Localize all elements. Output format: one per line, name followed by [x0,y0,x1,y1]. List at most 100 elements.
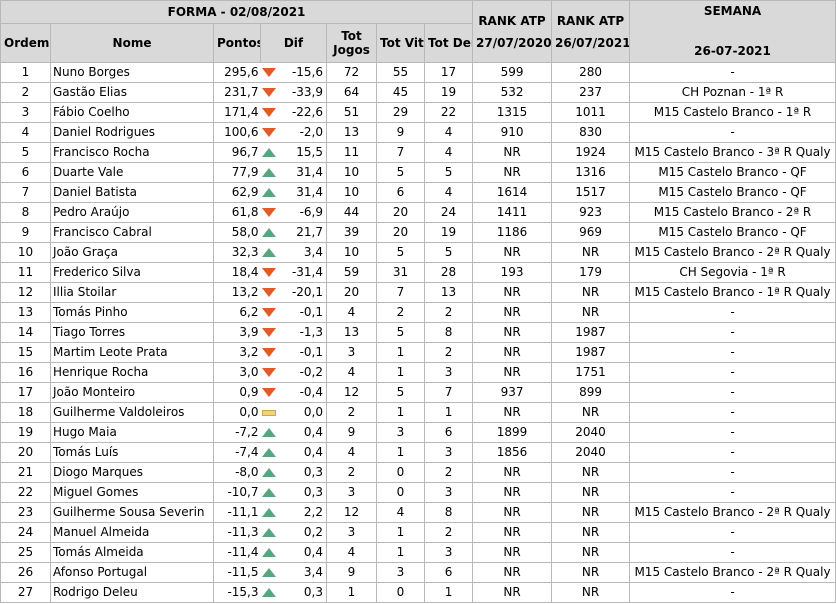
cell-tot-vit: 55 [376,62,425,83]
cell-ordem: 16 [0,362,51,383]
cell-tot-der: 2 [423,462,474,483]
cell-pontos: -11,4 [213,542,261,563]
cell-trend [260,202,277,223]
cell-rank-2021: NR [551,562,631,583]
cell-rank-2020: 937 [472,382,553,403]
cell-semana: - [629,542,836,563]
table-row: 22 Miguel Gomes -10,7 0,3 3 0 3 NR NR - [0,482,836,503]
cell-tot-jogos: 4 [326,442,377,463]
cell-rank-2021: 280 [551,62,631,83]
cell-ordem: 2 [0,82,51,103]
cell-nome: Rodrigo Deleu [50,582,214,603]
cell-dif: -33,9 [276,82,327,103]
cell-dif: 31,4 [276,162,327,183]
cell-trend [260,302,277,323]
cell-tot-vit: 1 [376,342,425,363]
cell-trend [260,282,277,303]
cell-rank-2021: NR [551,502,631,523]
trend-down-icon [261,208,276,217]
header-row-top: FORMA - 02/08/2021 RANK ATP 27/07/2020 R… [0,0,836,63]
header-rank-2021-label: RANK ATP [556,13,625,28]
cell-rank-2021: NR [551,482,631,503]
header-tot-jogos-line1: Tot [341,29,362,43]
cell-pontos: 61,8 [213,202,261,223]
cell-nome: Tomás Pinho [50,302,214,323]
cell-trend [260,362,277,383]
trend-up-icon [261,548,276,557]
cell-rank-2021: 1011 [551,102,631,123]
cell-pontos: 0,9 [213,382,261,403]
cell-rank-2021: NR [551,542,631,563]
cell-tot-vit: 31 [376,262,425,283]
cell-semana: M15 Castelo Branco - 3ª R Qualy [629,142,836,163]
cell-ordem: 8 [0,202,51,223]
table-row: 15 Martim Leote Prata 3,2 -0,1 3 1 2 NR 1987- [0,342,836,363]
cell-semana: - [629,302,836,323]
cell-rank-2021: 969 [551,222,631,243]
cell-nome: Henrique Rocha [50,362,214,383]
cell-tot-der: 2 [423,522,474,543]
cell-tot-der: 19 [423,222,474,243]
cell-ordem: 19 [0,422,51,443]
cell-dif: -0,1 [276,302,327,323]
cell-rank-2020: 1411 [472,202,553,223]
cell-tot-vit: 3 [376,562,425,583]
cell-tot-der: 6 [423,562,474,583]
cell-rank-2020: NR [472,502,553,523]
cell-semana: M15 Castelo Branco - 2ª R Qualy [629,502,836,523]
cell-tot-jogos: 3 [326,522,377,543]
cell-semana: - [629,422,836,443]
cell-tot-der: 28 [423,262,474,283]
cell-nome: Francisco Rocha [50,142,214,163]
cell-tot-der: 5 [423,242,474,263]
table-row: 23 Guilherme Sousa Severin -11,1 2,2 12 4 8 NR N… [0,502,836,523]
cell-ordem: 5 [0,142,51,163]
cell-tot-vit: 0 [376,582,425,603]
cell-pontos: 96,7 [213,142,261,163]
cell-rank-2021: 1924 [551,142,631,163]
cell-dif: 0,3 [276,482,327,503]
cell-tot-jogos: 72 [326,62,377,83]
cell-semana: M15 Castelo Branco - QF [629,182,836,203]
cell-trend [260,542,277,563]
cell-semana: CH Segovia - 1ª R [629,262,836,283]
cell-tot-jogos: 13 [326,322,377,343]
cell-rank-2020: NR [472,402,553,423]
cell-semana: M15 Castelo Branco - 1ª R Qualy [629,282,836,303]
cell-tot-jogos: 1 [326,582,377,603]
cell-tot-jogos: 9 [326,562,377,583]
cell-rank-2021: 2040 [551,442,631,463]
cell-nome: Daniel Rodrigues [50,122,214,143]
cell-rank-2020: 599 [472,62,553,83]
cell-tot-jogos: 64 [326,82,377,103]
cell-trend [260,242,277,263]
table-row: 27 Rodrigo Deleu -15,3 0,3 1 0 1 NR NR - [0,582,836,603]
cell-rank-2020: 1315 [472,102,553,123]
cell-rank-2020: NR [472,362,553,383]
trend-up-icon [261,148,276,157]
cell-pontos: 295,6 [213,62,261,83]
cell-tot-der: 7 [423,382,474,403]
cell-nome: Frederico Silva [50,262,214,283]
cell-rank-2020: 910 [472,122,553,143]
cell-trend [260,62,277,83]
cell-pontos: -11,3 [213,522,261,543]
cell-nome: Francisco Cabral [50,222,214,243]
trend-up-icon [261,168,276,177]
cell-pontos: 18,4 [213,262,261,283]
cell-ordem: 3 [0,102,51,123]
cell-trend [260,342,277,363]
cell-rank-2021: 1751 [551,362,631,383]
cell-dif: 0,2 [276,522,327,543]
trend-down-icon [261,288,276,297]
cell-dif: 2,2 [276,502,327,523]
cell-ordem: 10 [0,242,51,263]
cell-ordem: 17 [0,382,51,403]
forma-table: FORMA - 02/08/2021 RANK ATP 27/07/2020 R… [0,0,836,603]
cell-tot-der: 24 [423,202,474,223]
cell-nome: Hugo Maia [50,422,214,443]
cell-tot-vit: 1 [376,362,425,383]
cell-pontos: 6,2 [213,302,261,323]
trend-up-icon [261,568,276,577]
table-body: 1 Nuno Borges 295,6 -15,6 72 55 17 599 280-2 Gast… [0,62,836,603]
